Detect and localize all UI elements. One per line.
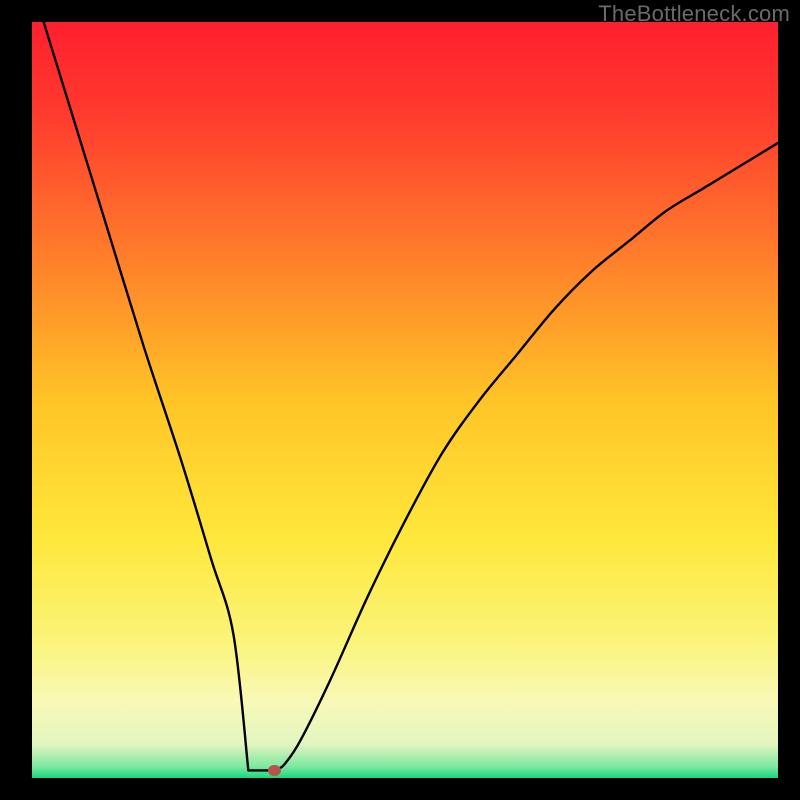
plot-area (32, 22, 778, 778)
chart-frame: TheBottleneck.com (0, 0, 800, 800)
minimum-marker (268, 765, 281, 776)
gradient-background (32, 22, 778, 778)
chart-svg (32, 22, 778, 778)
